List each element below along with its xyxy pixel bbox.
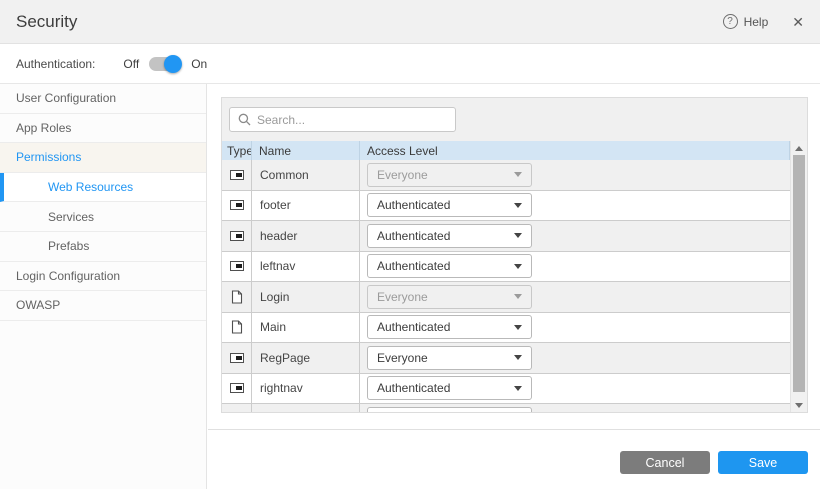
save-button[interactable]: Save — [718, 451, 808, 474]
sidebar-item-login-configuration[interactable]: Login Configuration — [0, 262, 206, 292]
permissions-table-panel: Type Name Access Level Common Everyone — [221, 97, 808, 413]
resource-name: footer — [252, 191, 360, 221]
column-header-type: Type — [222, 141, 252, 160]
search-input[interactable] — [257, 113, 447, 127]
table-row: header Authenticated — [222, 221, 790, 252]
access-level-dropdown: Everyone — [367, 163, 532, 187]
help-button[interactable]: ? Help — [723, 14, 769, 29]
scrollbar-thumb[interactable] — [793, 155, 805, 392]
chevron-down-icon — [514, 294, 522, 299]
permissions-table: Type Name Access Level Common Everyone — [222, 141, 790, 413]
sidebar-item-owasp[interactable]: OWASP — [0, 291, 206, 321]
chevron-down-icon — [514, 355, 522, 360]
table-row: footer Authenticated — [222, 191, 790, 222]
table-row: Common Everyone — [222, 160, 790, 191]
sidebar-item-web-resources[interactable]: Web Resources — [0, 173, 206, 203]
toggle-off-label: Off — [123, 57, 139, 71]
column-header-name: Name — [252, 141, 360, 160]
close-icon[interactable]: ✕ — [792, 15, 804, 29]
sidebar-item-user-configuration[interactable]: User Configuration — [0, 84, 206, 114]
access-level-dropdown[interactable]: Authenticated — [367, 254, 532, 278]
page-icon — [231, 290, 243, 304]
access-level-dropdown[interactable]: Authenticated — [367, 376, 532, 400]
resource-name: Main — [252, 313, 360, 343]
search-icon — [238, 113, 251, 126]
search-area — [222, 98, 807, 141]
cancel-button[interactable]: Cancel — [620, 451, 710, 474]
table-header-row: Type Name Access Level — [222, 141, 790, 160]
table-row: RegPage Everyone — [222, 343, 790, 374]
resource-name: header — [252, 221, 360, 251]
help-icon: ? — [723, 14, 738, 29]
sidebar-item-app-roles[interactable]: App Roles — [0, 114, 206, 144]
toggle-knob — [164, 55, 182, 73]
page-title: Security — [16, 12, 77, 32]
security-dialog: Security ? Help ✕ Authentication: Off On… — [0, 0, 820, 489]
sidebar: User Configuration App Roles Permissions… — [0, 84, 207, 489]
chevron-down-icon — [514, 386, 522, 391]
chevron-down-icon — [514, 264, 522, 269]
chevron-down-icon — [514, 172, 522, 177]
access-level-dropdown[interactable]: Authenticated — [367, 224, 532, 248]
partial-icon — [230, 261, 244, 271]
table-row: Main Authenticated — [222, 313, 790, 344]
scroll-up-icon[interactable] — [795, 146, 803, 151]
partial-icon — [230, 353, 244, 363]
toggle-on-label: On — [191, 57, 207, 71]
dialog-header: Security ? Help ✕ — [0, 0, 820, 44]
resource-name: rightnav — [252, 374, 360, 404]
resource-name: RegPage — [252, 343, 360, 373]
sidebar-item-prefabs[interactable]: Prefabs — [0, 232, 206, 262]
authentication-toggle[interactable] — [149, 56, 181, 72]
table-scrollbar — [790, 141, 807, 413]
column-header-access-level: Access Level — [360, 141, 790, 160]
scroll-down-icon[interactable] — [795, 403, 803, 408]
resource-name — [252, 404, 360, 413]
access-level-dropdown[interactable]: Authenticated — [367, 193, 532, 217]
partial-icon — [230, 383, 244, 393]
access-level-dropdown[interactable]: Everyone — [367, 346, 532, 370]
authentication-bar: Authentication: Off On — [0, 44, 820, 84]
table-row: leftnav Authenticated — [222, 252, 790, 283]
dialog-footer: Cancel Save — [208, 429, 820, 489]
access-level-dropdown: Everyone — [367, 285, 532, 309]
table-row: rightnav Authenticated — [222, 374, 790, 405]
access-level-dropdown[interactable]: Authenticated — [367, 315, 532, 339]
resource-name: Login — [252, 282, 360, 312]
sidebar-item-services[interactable]: Services — [0, 202, 206, 232]
help-label: Help — [744, 15, 769, 29]
page-icon — [231, 320, 243, 334]
resource-name: leftnav — [252, 252, 360, 282]
sidebar-item-permissions[interactable]: Permissions — [0, 143, 206, 173]
chevron-down-icon — [514, 233, 522, 238]
table-row — [222, 404, 790, 413]
partial-icon — [230, 200, 244, 210]
resource-name: Common — [252, 160, 360, 190]
authentication-label: Authentication: — [16, 57, 95, 71]
chevron-down-icon — [514, 203, 522, 208]
chevron-down-icon — [514, 325, 522, 330]
partial-icon — [230, 231, 244, 241]
access-level-dropdown[interactable] — [367, 407, 532, 413]
table-row: Login Everyone — [222, 282, 790, 313]
partial-icon — [230, 170, 244, 180]
search-box — [229, 107, 456, 132]
